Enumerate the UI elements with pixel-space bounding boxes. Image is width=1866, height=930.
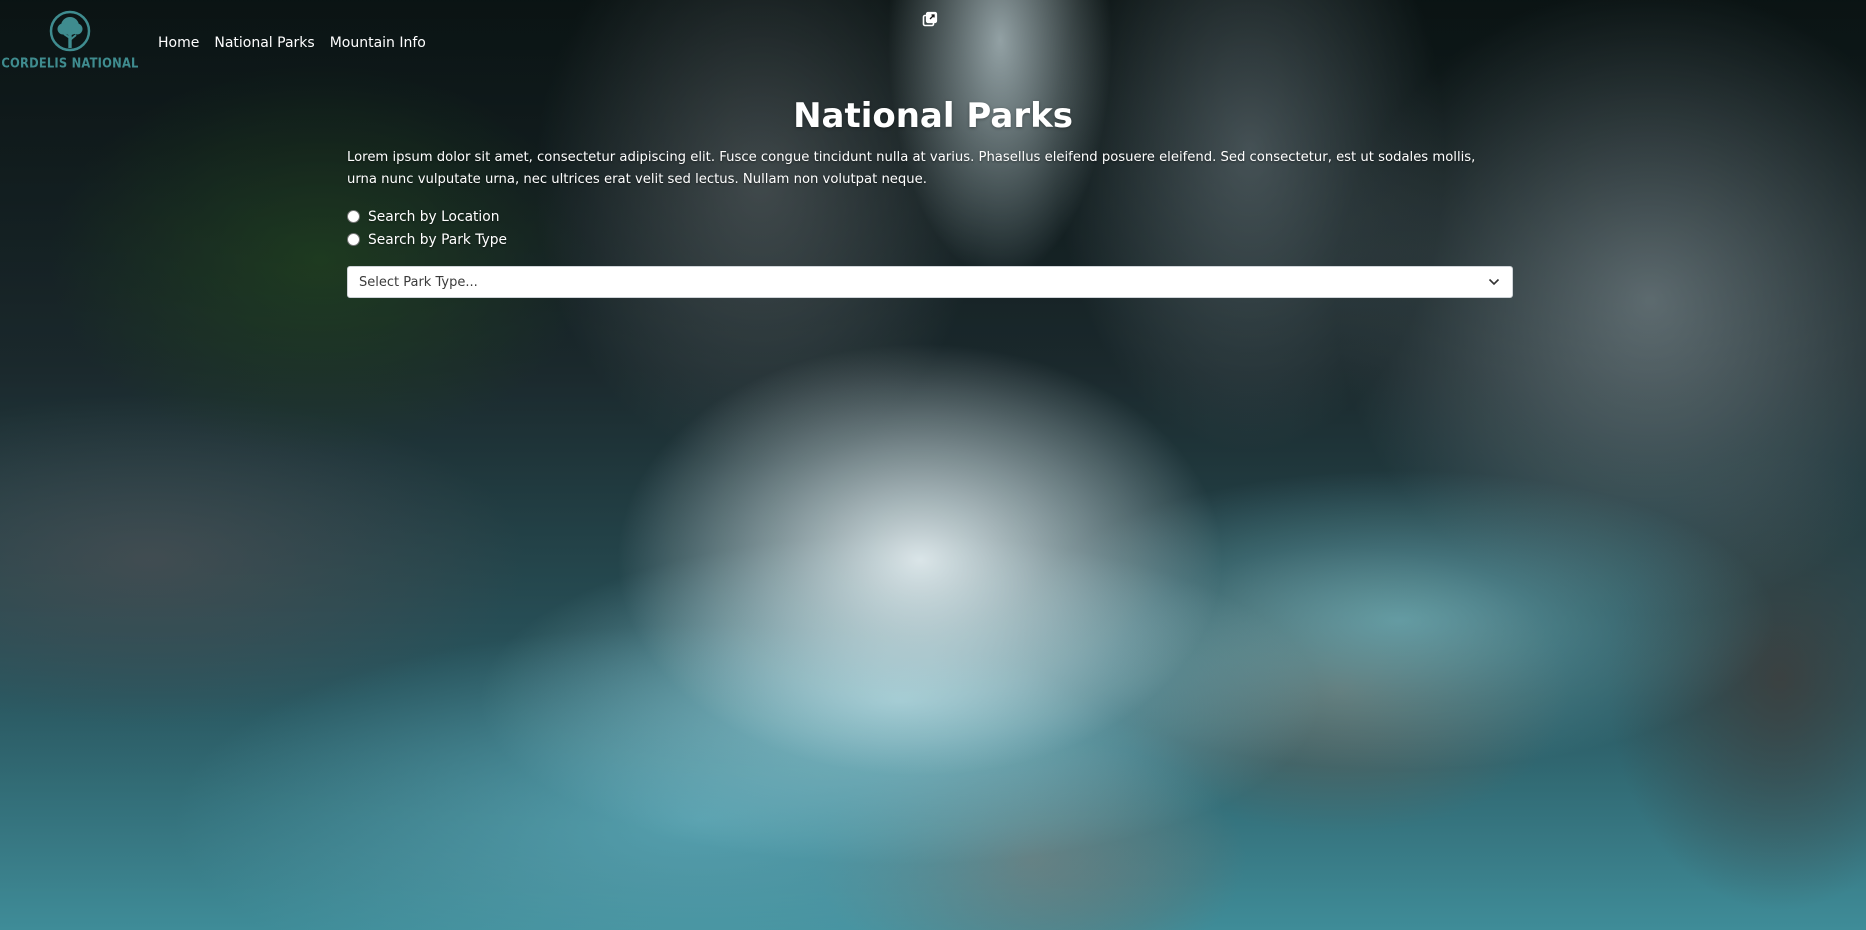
- nav-national-parks[interactable]: National Parks: [214, 35, 314, 51]
- page: CORDELIS NATIONAL Home National Parks Mo…: [0, 0, 1866, 930]
- waterfall-background-image: [0, 0, 1866, 930]
- chevron-down-icon: [1488, 278, 1500, 286]
- radio-search-by-location[interactable]: Search by Location: [347, 205, 507, 228]
- nav-home[interactable]: Home: [158, 35, 199, 51]
- logo-text: CORDELIS NATIONAL: [1, 54, 139, 72]
- external-window-icon[interactable]: [922, 11, 938, 27]
- radio-button[interactable]: [347, 233, 360, 246]
- radio-label-location[interactable]: Search by Location: [368, 209, 499, 225]
- nav-mountain-info[interactable]: Mountain Info: [330, 35, 426, 51]
- page-title: National Parks: [793, 96, 1073, 136]
- radio-button[interactable]: [347, 210, 360, 223]
- radio-search-by-park-type[interactable]: Search by Park Type: [347, 228, 507, 251]
- intro-paragraph: Lorem ipsum dolor sit amet, consectetur …: [347, 150, 1476, 187]
- site-logo[interactable]: CORDELIS NATIONAL: [1, 10, 138, 71]
- park-type-select-value: Select Park Type...: [359, 275, 478, 290]
- park-type-select[interactable]: Select Park Type...: [347, 266, 1513, 298]
- main-nav: Home National Parks Mountain Info: [158, 35, 426, 51]
- radio-label-park-type[interactable]: Search by Park Type: [368, 232, 507, 248]
- tree-logo-icon: [49, 10, 91, 52]
- search-mode-radio-group: Search by Location Search by Park Type: [347, 205, 507, 251]
